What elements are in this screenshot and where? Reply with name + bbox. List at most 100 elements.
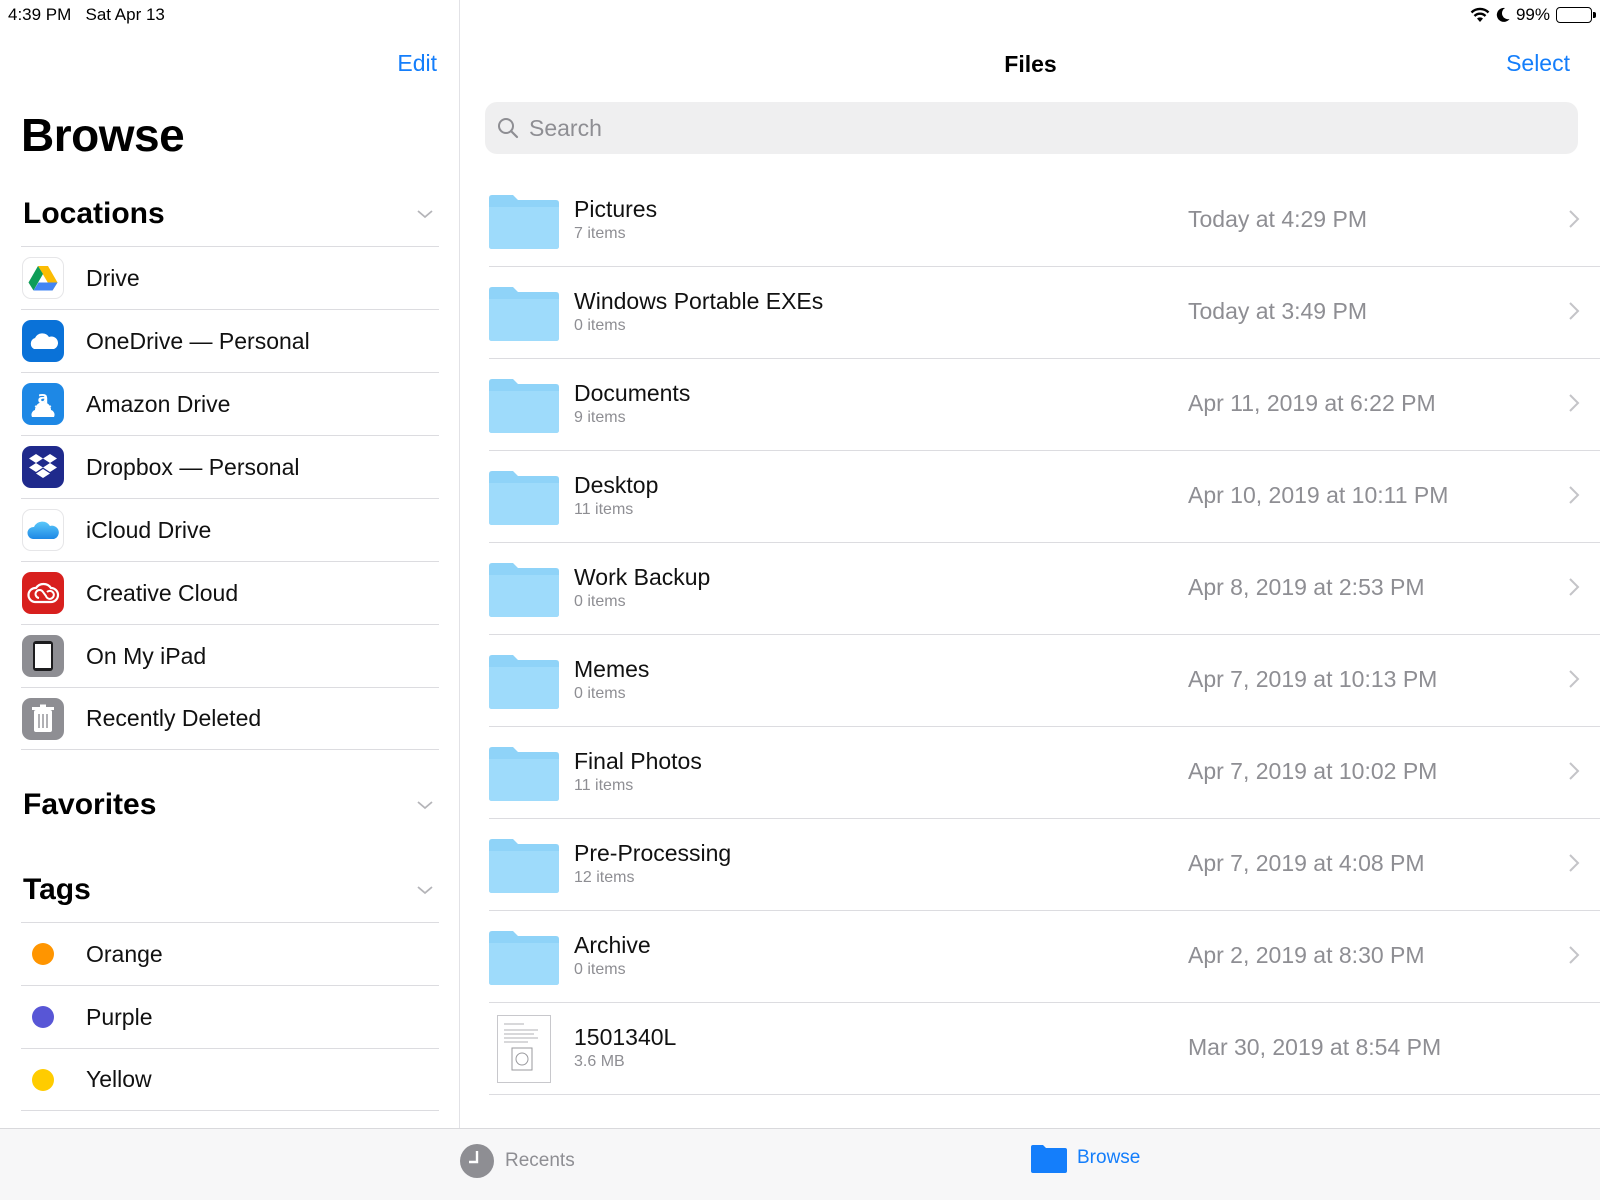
- tab-recents[interactable]: Recents: [459, 1143, 575, 1179]
- file-text: Work Backup 0 items: [574, 563, 710, 611]
- file-date: Apr 11, 2019 at 6:22 PM: [1188, 390, 1436, 416]
- location-onedrive[interactable]: OneDrive — Personal: [21, 309, 439, 372]
- chevron-right-icon: [1569, 394, 1580, 412]
- folder-row[interactable]: Archive 0 items Apr 2, 2019 at 8:30 PM: [489, 911, 1600, 1003]
- file-name: Documents: [574, 380, 691, 406]
- file-meta: 0 items: [574, 961, 626, 978]
- icloud-icon: [22, 509, 64, 551]
- folder-icon: [1031, 1145, 1067, 1173]
- location-amazon-drive[interactable]: a Amazon Drive: [21, 372, 439, 435]
- location-recently-deleted[interactable]: Recently Deleted: [21, 687, 439, 750]
- locations-header[interactable]: Locations: [23, 194, 439, 234]
- file-date: Apr 7, 2019 at 10:02 PM: [1188, 758, 1438, 784]
- folder-row[interactable]: Desktop 11 items Apr 10, 2019 at 10:11 PM: [489, 451, 1600, 543]
- file-name: 1501340L: [574, 1024, 677, 1050]
- tag-purple[interactable]: Purple: [21, 985, 439, 1048]
- file-row[interactable]: 1501340L 3.6 MB Mar 30, 2019 at 8:54 PM: [489, 1003, 1600, 1095]
- battery-percent: 99%: [1515, 5, 1550, 24]
- location-drive[interactable]: Drive: [21, 246, 439, 309]
- file-text: 1501340L 3.6 MB: [574, 1023, 676, 1071]
- chevron-right-icon: [1569, 210, 1580, 228]
- locations-title: Locations: [23, 197, 165, 230]
- chevron-down-icon: [417, 210, 433, 219]
- file-name: Final Photos: [574, 748, 702, 774]
- folder-row[interactable]: Pre-Processing 12 items Apr 7, 2019 at 4:0…: [489, 819, 1600, 911]
- location-label: Dropbox — Personal: [86, 453, 300, 480]
- tags-list: Orange Purple Yellow: [21, 922, 439, 1111]
- wifi-icon: [1470, 7, 1490, 22]
- select-button[interactable]: Select: [1506, 50, 1570, 77]
- location-on-my-ipad[interactable]: On My iPad: [21, 624, 439, 687]
- tab-label: Recents: [505, 1150, 575, 1171]
- onedrive-icon: [22, 320, 64, 362]
- tag-yellow[interactable]: Yellow: [21, 1048, 439, 1111]
- status-time: 4:39 PM Sat Apr 13: [8, 5, 165, 24]
- location-dropbox[interactable]: Dropbox — Personal: [21, 435, 439, 498]
- search-bar[interactable]: [485, 102, 1578, 154]
- file-text: Desktop 11 items: [574, 471, 658, 519]
- folder-icon: [489, 930, 559, 985]
- file-name: Pre-Processing: [574, 840, 732, 866]
- battery-icon: [1556, 7, 1596, 23]
- trash-icon: [22, 697, 64, 740]
- folder-row[interactable]: Windows Portable EXEs 0 items Today at 3:4…: [489, 267, 1600, 359]
- chevron-right-icon: [1569, 578, 1580, 596]
- tab-bar: Recents Browse: [0, 1128, 1600, 1200]
- file-date: Apr 7, 2019 at 10:13 PM: [1188, 666, 1438, 692]
- status-bar: 4:39 PM Sat Apr 13 99%: [0, 0, 1600, 30]
- favorites-header[interactable]: Favorites: [23, 785, 439, 825]
- file-name: Windows Portable EXEs: [574, 288, 824, 314]
- file-name: Pictures: [574, 196, 658, 222]
- folder-icon: [489, 838, 559, 893]
- edit-button[interactable]: Edit: [397, 50, 437, 77]
- file-name: Desktop: [574, 472, 659, 498]
- location-label: Creative Cloud: [86, 579, 239, 606]
- chevron-right-icon: [1569, 854, 1580, 872]
- tag-orange[interactable]: Orange: [21, 922, 439, 985]
- file-text: Pre-Processing 12 items: [574, 839, 731, 887]
- file-name: Memes: [574, 656, 650, 682]
- file-date: Apr 10, 2019 at 10:11 PM: [1188, 482, 1449, 508]
- folder-row[interactable]: Documents 9 items Apr 11, 2019 at 6:22 PM: [489, 359, 1600, 451]
- folder-icon: [489, 562, 559, 617]
- folder-row[interactable]: Work Backup 0 items Apr 8, 2019 at 2:53 PM: [489, 543, 1600, 635]
- file-text: Pictures 7 items: [574, 195, 657, 243]
- file-text: Windows Portable EXEs 0 items: [574, 287, 823, 335]
- file-meta: 11 items: [574, 501, 634, 518]
- file-text: Archive 0 items: [574, 931, 651, 979]
- location-label: Amazon Drive: [86, 390, 231, 417]
- tags-header[interactable]: Tags: [23, 870, 439, 910]
- tag-color-dot: [32, 1006, 54, 1028]
- file-date: Apr 8, 2019 at 2:53 PM: [1188, 574, 1425, 600]
- location-creative-cloud[interactable]: Creative Cloud: [21, 561, 439, 624]
- file-date: Apr 2, 2019 at 8:30 PM: [1188, 942, 1425, 968]
- file-date: Apr 7, 2019 at 4:08 PM: [1188, 850, 1425, 876]
- file-date: Today at 3:49 PM: [1188, 298, 1367, 324]
- file-meta: 0 items: [574, 317, 626, 334]
- sidebar: Edit Browse Locations Drive OneDrive — P…: [0, 0, 460, 1128]
- search-input[interactable]: [529, 114, 1529, 142]
- tag-color-dot: [32, 1068, 54, 1091]
- file-date: Mar 30, 2019 at 8:54 PM: [1188, 1034, 1442, 1060]
- chevron-down-icon: [417, 801, 433, 810]
- chevron-right-icon: [1569, 762, 1580, 780]
- location-icloud-drive[interactable]: iCloud Drive: [21, 498, 439, 561]
- tags-title: Tags: [23, 873, 91, 906]
- chevron-right-icon: [1569, 302, 1580, 320]
- file-list: Pictures 7 items Today at 4:29 PM Windows P…: [489, 175, 1600, 1095]
- file-text: Memes 0 items: [574, 655, 649, 703]
- location-label: OneDrive — Personal: [86, 327, 310, 354]
- folder-row[interactable]: Pictures 7 items Today at 4:29 PM: [489, 175, 1600, 267]
- clock-icon: [460, 1144, 494, 1178]
- folder-row[interactable]: Memes 0 items Apr 7, 2019 at 10:13 PM: [489, 635, 1600, 727]
- location-label: iCloud Drive: [86, 516, 212, 543]
- file-meta: 0 items: [574, 593, 626, 610]
- chevron-right-icon: [1569, 670, 1580, 688]
- file-meta: 11 items: [574, 777, 634, 794]
- folder-icon: [489, 654, 559, 709]
- file-text: Documents 9 items: [574, 379, 690, 427]
- chevron-down-icon: [417, 886, 433, 895]
- folder-icon: [489, 746, 559, 801]
- folder-row[interactable]: Final Photos 11 items Apr 7, 2019 at 10:02…: [489, 727, 1600, 819]
- tab-browse[interactable]: Browse: [1031, 1143, 1140, 1173]
